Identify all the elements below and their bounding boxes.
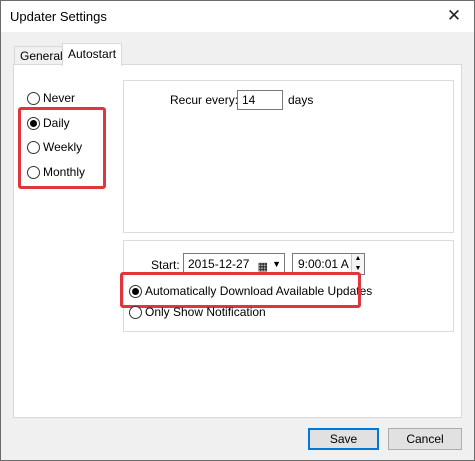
radio-only-notification-circle[interactable] (129, 305, 142, 319)
chevron-down-icon[interactable]: ▼ (272, 254, 281, 274)
start-date-value: 2015-12-27 (188, 257, 250, 271)
frequency-highlight (18, 107, 106, 189)
updater-settings-window: Updater Settings ✕ General Autostart Nev… (0, 0, 475, 461)
spin-up-icon[interactable]: ▲ (352, 254, 364, 264)
cancel-button[interactable]: Cancel (388, 428, 462, 450)
tab-general[interactable]: General (14, 46, 69, 65)
start-time-value: 9:00:01 A (298, 257, 349, 271)
radio-never[interactable]: Never (27, 90, 75, 106)
recur-group: Recur every: 14 days (123, 80, 454, 233)
save-button[interactable]: Save (308, 428, 379, 450)
close-icon[interactable]: ✕ (444, 6, 464, 26)
radio-never-circle[interactable] (27, 91, 40, 105)
time-spinner[interactable]: ▲ ▼ (351, 254, 364, 274)
recur-days-input[interactable]: 14 (237, 90, 283, 110)
radio-only-notification-label: Only Show Notification (145, 305, 266, 319)
autostart-panel: Never Daily Weekly Monthly Recur every: … (13, 64, 462, 418)
title-bar: Updater Settings ✕ (1, 1, 474, 32)
tab-autostart[interactable]: Autostart (62, 43, 123, 66)
radio-never-label: Never (43, 91, 76, 105)
start-label: Start: (151, 258, 180, 272)
recur-unit-label: days (288, 93, 314, 107)
window-title: Updater Settings (10, 9, 107, 24)
recur-label: Recur every: (170, 93, 239, 107)
radio-only-notification[interactable]: Only Show Notification (129, 304, 266, 320)
auto-download-highlight (120, 272, 361, 308)
